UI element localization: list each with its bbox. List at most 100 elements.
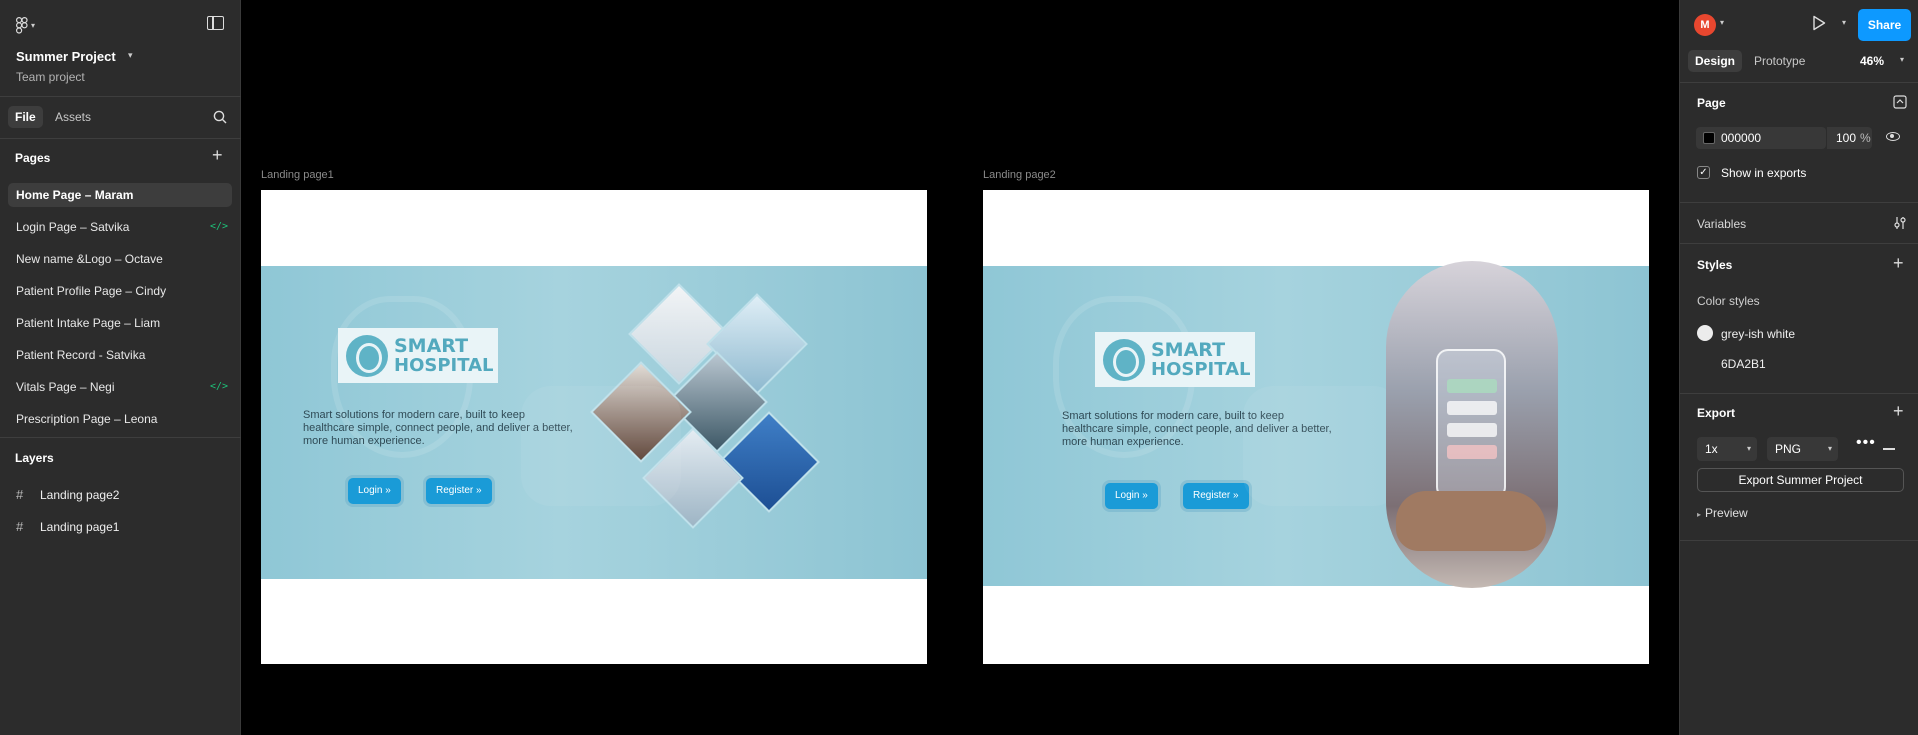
panel-divider (1680, 82, 1918, 83)
export-format-select[interactable]: PNG ▾ (1767, 437, 1838, 461)
frame-label[interactable]: Landing page1 (261, 169, 334, 181)
dev-mode-code-icon[interactable]: </> (210, 215, 228, 239)
preview-toggle[interactable]: ▸ Preview (1697, 506, 1748, 520)
dev-mode-code-icon[interactable]: </> (210, 375, 228, 399)
preview-label: Preview (1705, 506, 1748, 520)
register-button[interactable]: Register » (426, 478, 492, 504)
smart-hospital-logo: SMART HOSPITAL (338, 328, 498, 383)
heart-logo-icon (346, 334, 388, 377)
page-color-hex[interactable]: 000000 (1721, 127, 1761, 149)
main-menu-button[interactable]: ▾ (16, 15, 46, 35)
frame-landing-page2[interactable]: SMART HOSPITAL Smart solutions for moder… (983, 190, 1649, 664)
show-in-exports-checkbox[interactable]: ✓ (1697, 166, 1710, 179)
styles-heading: Styles (1697, 258, 1733, 272)
tab-assets[interactable]: Assets (55, 106, 91, 128)
toggle-sidebar-icon[interactable] (207, 16, 224, 30)
logo-text-line2: HOSPITAL (394, 354, 494, 376)
chevron-down-icon: ▾ (1827, 444, 1832, 453)
remove-export-icon[interactable] (1883, 448, 1895, 450)
export-scale-value: 1x (1705, 442, 1718, 456)
page-item[interactable]: Login Page – Satvika </> (8, 215, 232, 239)
page-item-label: Login Page – Satvika (16, 220, 130, 234)
page-item-label: Prescription Page – Leona (16, 412, 158, 426)
page-item[interactable]: New name &Logo – Octave (8, 247, 232, 271)
logo-text-line1: SMART (1151, 338, 1226, 361)
color-style-6da2b1[interactable]: 6DA2B1 (1721, 357, 1766, 371)
hero-tagline: Smart solutions for modern care, built t… (1062, 410, 1332, 448)
chevron-down-icon: ▾ (31, 20, 36, 30)
page-item-label: Vitals Page – Negi (16, 380, 115, 394)
heart-logo-icon (1103, 338, 1145, 381)
export-button[interactable]: Export Summer Project (1697, 468, 1904, 492)
page-item[interactable]: Home Page – Maram (8, 183, 232, 207)
tab-design[interactable]: Design (1688, 50, 1743, 72)
color-style-grey-ish-white[interactable]: grey-ish white (1721, 327, 1795, 341)
logo-text-line1: SMART (394, 334, 469, 357)
logo-text-line2: HOSPITAL (1151, 358, 1251, 380)
pages-heading: Pages (15, 151, 51, 165)
phone-hero-image (1386, 261, 1558, 588)
present-play-icon[interactable] (1812, 15, 1826, 31)
page-opacity-field[interactable]: 100 % (1827, 127, 1872, 149)
variables-sliders-icon[interactable] (1893, 216, 1907, 230)
page-item-label: Patient Profile Page – Cindy (16, 284, 167, 298)
chevron-down-icon[interactable]: ▾ (1842, 18, 1846, 27)
layer-item-label: Landing page1 (40, 520, 120, 534)
panel-divider (1680, 393, 1918, 394)
hero-tagline: Smart solutions for modern care, built t… (303, 409, 573, 447)
layers-sidebar: ▾ Summer Project ▾ Team project File Ass… (0, 0, 241, 735)
login-button[interactable]: Login » (1105, 483, 1158, 509)
share-button[interactable]: Share (1858, 9, 1911, 41)
add-page-icon[interactable]: + (212, 146, 223, 164)
avatar[interactable]: M (1694, 14, 1716, 36)
page-item[interactable]: Patient Record - Satvika (8, 343, 232, 367)
export-scale-select[interactable]: 1x ▾ (1697, 437, 1757, 461)
layer-item[interactable]: # Landing page1 (16, 517, 119, 537)
tab-file[interactable]: File (8, 106, 43, 128)
chevron-down-icon[interactable]: ▾ (1720, 18, 1724, 27)
add-style-icon[interactable]: + (1893, 254, 1904, 272)
layer-item-label: Landing page2 (40, 488, 120, 502)
chevron-down-icon: ▾ (1746, 444, 1751, 453)
project-chevron-icon[interactable]: ▾ (128, 50, 133, 61)
register-button[interactable]: Register » (1183, 483, 1249, 509)
project-subtitle: Team project (16, 70, 85, 84)
project-header: ▾ Summer Project ▾ Team project (0, 0, 241, 97)
page-opacity-value[interactable]: 100 (1836, 127, 1856, 149)
project-title[interactable]: Summer Project (16, 49, 116, 64)
page-item[interactable]: Prescription Page – Leona (8, 407, 232, 431)
properties-panel: M ▾ ▾ Share Design Prototype 46% ▾ Page … (1679, 0, 1918, 735)
color-swatch[interactable] (1703, 132, 1715, 144)
color-styles-heading: Color styles (1697, 294, 1760, 308)
hero-banner: SMART HOSPITAL Smart solutions for moder… (261, 266, 927, 579)
search-icon[interactable] (213, 110, 227, 124)
tab-prototype[interactable]: Prototype (1754, 50, 1805, 72)
more-options-icon[interactable]: ••• (1856, 434, 1876, 452)
photo-laptop (642, 427, 744, 529)
eye-icon[interactable] (1886, 132, 1900, 141)
add-export-icon[interactable]: + (1893, 402, 1904, 420)
show-in-exports-label: Show in exports (1721, 166, 1807, 180)
page-color-control: 000000 100 % (1696, 127, 1906, 149)
page-item-label: Home Page – Maram (16, 188, 134, 202)
frame-label[interactable]: Landing page2 (983, 169, 1056, 181)
panel-divider (1680, 243, 1918, 244)
page-item[interactable]: Patient Profile Page – Cindy (8, 279, 232, 303)
login-button[interactable]: Login » (348, 478, 401, 504)
layer-item[interactable]: # Landing page2 (16, 485, 119, 505)
color-style-swatch[interactable] (1697, 325, 1713, 341)
panel-divider (1680, 540, 1918, 541)
page-item[interactable]: Patient Intake Page – Liam (8, 311, 232, 335)
frame-icon: # (16, 519, 24, 534)
page-color-field[interactable]: 000000 (1696, 127, 1826, 149)
smart-hospital-logo: SMART HOSPITAL (1095, 332, 1255, 387)
chevron-down-icon[interactable]: ▾ (1900, 55, 1904, 64)
page-item[interactable]: Vitals Page – Negi </> (8, 375, 232, 399)
variables-heading[interactable]: Variables (1697, 217, 1746, 231)
phone-app-mockup (1436, 349, 1506, 499)
zoom-level[interactable]: 46% (1860, 50, 1884, 72)
frame-landing-page1[interactable]: SMART HOSPITAL Smart solutions for moder… (261, 190, 927, 664)
percent-sign: % (1860, 131, 1871, 145)
page-settings-icon[interactable] (1893, 95, 1907, 109)
frame-icon: # (16, 487, 24, 502)
